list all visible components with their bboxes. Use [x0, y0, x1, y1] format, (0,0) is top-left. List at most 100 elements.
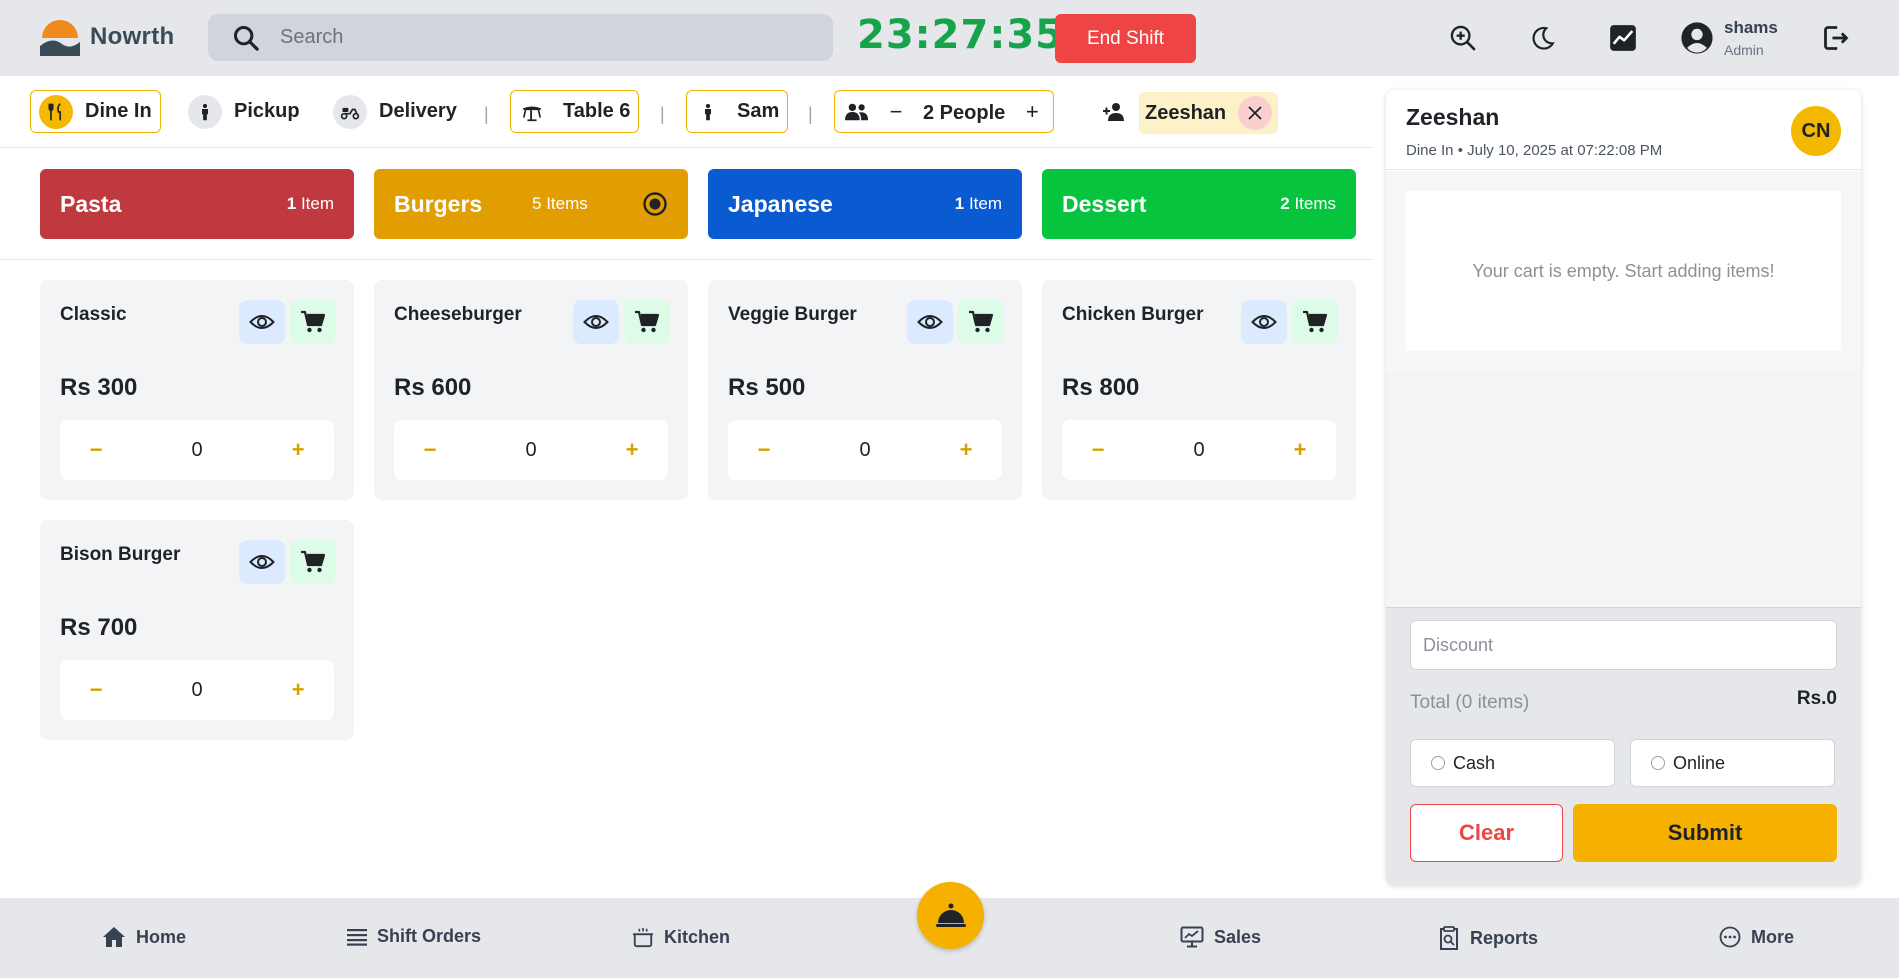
person-icon [705, 103, 711, 120]
increment-button[interactable]: + [614, 437, 650, 463]
payment-cash-option[interactable]: Cash [1410, 739, 1615, 787]
brand-logo[interactable]: Nowrth [38, 16, 174, 58]
avatar[interactable]: CN [1791, 106, 1841, 156]
decrement-button[interactable]: − [78, 677, 114, 703]
category-pasta[interactable]: Pasta 1 Item [40, 169, 354, 239]
list-icon [347, 928, 367, 946]
increment-button[interactable]: + [280, 437, 316, 463]
view-product-button[interactable] [573, 300, 619, 344]
clear-button[interactable]: Clear [1410, 804, 1563, 862]
search-bar[interactable] [208, 14, 833, 61]
submit-button[interactable]: Submit [1573, 804, 1837, 862]
nav-home[interactable]: Home [102, 926, 186, 948]
view-product-button[interactable] [239, 300, 285, 344]
category-name: Burgers [394, 190, 483, 217]
service-bell-button[interactable] [917, 882, 984, 949]
category-name: Pasta [60, 190, 122, 217]
zoom-in-button[interactable] [1447, 22, 1479, 54]
add-to-cart-button[interactable] [290, 540, 336, 584]
product-name: Chicken Burger [1062, 304, 1204, 325]
discount-input[interactable] [1410, 620, 1837, 670]
brand-name: Nowrth [90, 23, 175, 50]
add-to-cart-button[interactable] [1292, 300, 1338, 344]
person-icon [188, 94, 222, 129]
cart-header: Zeeshan Dine In • July 10, 2025 at 07:22… [1386, 90, 1861, 170]
order-type-label: Pickup [234, 100, 300, 122]
nav-sales[interactable]: Sales [1180, 926, 1261, 948]
view-product-button[interactable] [239, 540, 285, 584]
add-to-cart-button[interactable] [624, 300, 670, 344]
decrement-button[interactable]: − [1080, 437, 1116, 463]
remove-customer-button[interactable] [1238, 96, 1273, 130]
view-product-button[interactable] [907, 300, 953, 344]
chart-monitor-icon [1180, 926, 1204, 948]
divider: | [484, 104, 489, 124]
category-count: 2 Items [1280, 194, 1336, 213]
chart-icon [1610, 25, 1636, 51]
product-card: Bison Burger Rs 700 − 0 + [40, 520, 354, 740]
product-card: Classic Rs 300 − 0 + [40, 280, 354, 500]
decrement-button[interactable]: − [746, 437, 782, 463]
order-type-delivery[interactable]: Delivery [325, 90, 465, 133]
top-header: Nowrth 23:27:35 End Shift [0, 0, 1899, 76]
add-to-cart-button[interactable] [958, 300, 1004, 344]
quantity-value: 0 [1193, 438, 1205, 461]
people-increment-button[interactable]: + [1021, 99, 1043, 125]
quantity-stepper: − 0 + [728, 420, 1002, 480]
waiter-selector[interactable]: Sam [686, 90, 789, 133]
quantity-value: 0 [191, 678, 203, 701]
payment-online-option[interactable]: Online [1630, 739, 1835, 787]
nav-label: Home [136, 926, 187, 947]
product-name: Cheeseburger [394, 304, 522, 325]
category-name: Dessert [1062, 190, 1147, 217]
search-input[interactable] [280, 26, 800, 49]
decrement-button[interactable]: − [78, 437, 114, 463]
table-label: Table 6 [563, 100, 631, 122]
nav-label: Shift Orders [377, 926, 482, 946]
table-selector[interactable]: Table 6 [510, 90, 640, 133]
increment-button[interactable]: + [948, 437, 984, 463]
product-price: Rs 300 [60, 374, 138, 401]
quantity-stepper: − 0 + [60, 660, 334, 720]
nav-reports[interactable]: Reports [1438, 926, 1538, 950]
category-dessert[interactable]: Dessert 2 Items [1042, 169, 1356, 239]
product-name: Veggie Burger [728, 304, 857, 325]
order-type-label: Delivery [379, 100, 457, 122]
scooter-icon [333, 94, 367, 129]
cart-customer-name: Zeeshan [1406, 104, 1500, 130]
analytics-button[interactable] [1607, 22, 1639, 54]
table-icon [522, 106, 542, 121]
product-name: Bison Burger [60, 544, 181, 565]
nav-shift-orders[interactable]: Shift Orders [347, 926, 481, 947]
increment-button[interactable]: + [280, 677, 316, 703]
dark-mode-button[interactable] [1527, 22, 1559, 54]
selected-customer-chip[interactable]: Zeeshan [1139, 92, 1279, 134]
order-type-pickup[interactable]: Pickup [180, 90, 308, 133]
logout-button[interactable] [1820, 22, 1852, 54]
cart-spacer [1386, 371, 1861, 607]
increment-button[interactable]: + [1282, 437, 1318, 463]
add-to-cart-button[interactable] [290, 300, 336, 344]
decrement-button[interactable]: − [412, 437, 448, 463]
people-decrement-button[interactable]: − [885, 99, 907, 125]
product-price: Rs 800 [1062, 374, 1140, 401]
add-customer-button[interactable] [1094, 90, 1134, 133]
clipboard-search-icon [1440, 926, 1458, 950]
category-japanese[interactable]: Japanese 1 Item [708, 169, 1022, 239]
more-icon [1719, 926, 1741, 948]
divider: | [808, 104, 813, 124]
end-shift-button[interactable]: End Shift [1055, 14, 1196, 63]
total-value: Rs.0 [1796, 688, 1837, 709]
nav-label: Reports [1470, 927, 1539, 948]
view-product-button[interactable] [1241, 300, 1287, 344]
logo-icon [40, 20, 80, 56]
people-count: 2 People [923, 102, 1006, 124]
user-role: Admin [1724, 42, 1764, 58]
category-burgers[interactable]: Burgers 5 Items [374, 169, 688, 239]
people-icon [845, 103, 869, 120]
nav-kitchen[interactable]: Kitchen [632, 926, 730, 948]
order-type-dine-in[interactable]: Dine In [30, 90, 161, 133]
nav-more[interactable]: More [1719, 926, 1794, 948]
cart-footer: Total (0 items) Rs.0 Cash Online Clear S… [1386, 607, 1861, 885]
user-profile[interactable]: shams Admin [1680, 18, 1778, 58]
